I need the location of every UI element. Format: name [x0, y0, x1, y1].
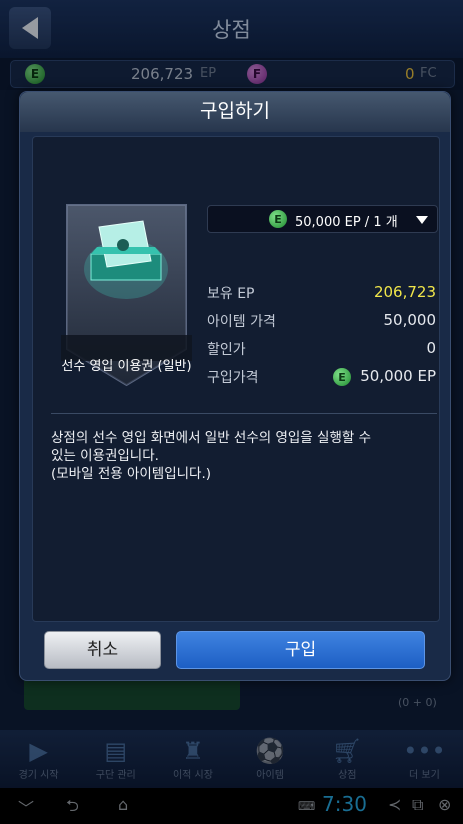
ep-coin-icon: E: [269, 210, 287, 228]
discount-value: 0: [426, 339, 436, 357]
chevron-down-icon: [416, 216, 428, 224]
row-label: 할인가: [207, 342, 246, 358]
quantity-dropdown[interactable]: E 50,000 EP / 1 개: [207, 205, 438, 233]
owned-ep-row: 보유 EP 206,723: [207, 283, 436, 303]
item-card: 선수 영입 이용권 (일반): [61, 199, 192, 389]
discount-row: 할인가 0: [207, 339, 436, 359]
purchase-price-value: 50,000 EP: [360, 367, 436, 385]
quantity-value: 50,000 EP / 1 개: [295, 215, 398, 230]
purchase-price-row: 구입가격 E 50,000 EP: [207, 367, 436, 387]
ep-coin-icon: E: [333, 368, 351, 386]
owned-ep-value: 206,723: [373, 283, 436, 301]
cancel-button[interactable]: 취소: [44, 631, 161, 669]
dialog-body: 선수 영입 이용권 (일반) E 50,000 EP / 1 개 보유 EP 2…: [32, 136, 440, 622]
row-label: 구입가격: [207, 370, 259, 386]
row-label: 아이템 가격: [207, 314, 276, 330]
divider: [51, 413, 437, 414]
item-name: 선수 영입 이용권 (일반): [61, 359, 192, 374]
row-label: 보유 EP: [207, 286, 255, 302]
purchase-dialog: 구입하기 선수 영입 이용권 (일반) E 50,000 EP / 1 개 보유…: [19, 91, 451, 681]
dialog-title: 구입하기: [20, 92, 450, 132]
item-price-value: 50,000: [383, 311, 437, 329]
item-description: 상점의 선수 영입 화면에서 일반 선수의 영입을 실행할 수 있는 이용권입니…: [51, 430, 371, 482]
buy-button[interactable]: 구입: [176, 631, 425, 669]
item-price-row: 아이템 가격 50,000: [207, 311, 436, 331]
